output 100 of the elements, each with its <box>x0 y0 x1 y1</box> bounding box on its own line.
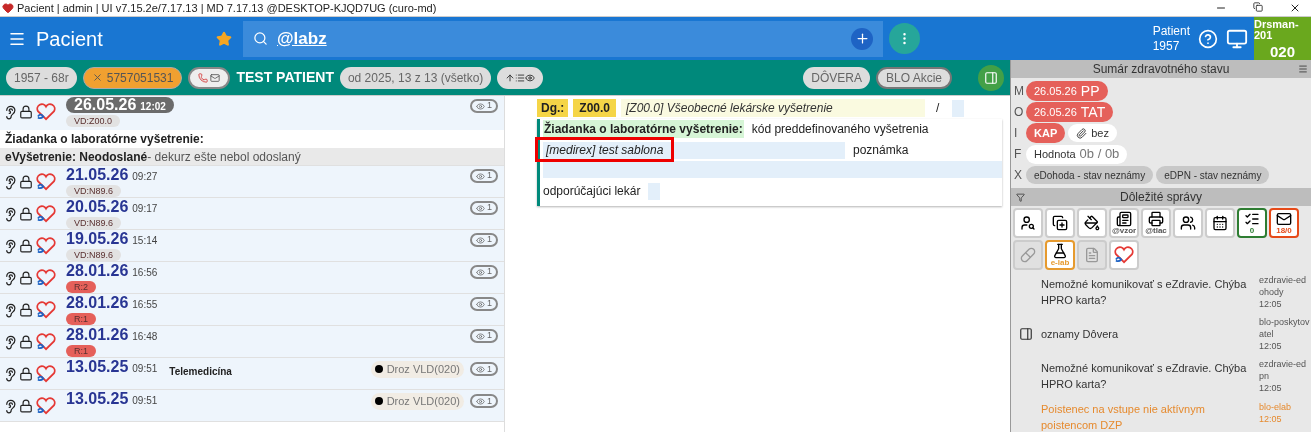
people-icon <box>1180 215 1196 231</box>
arrow-up-icon <box>505 72 516 83</box>
diagnosis-field[interactable]: [Z00.0] Všeobecné lekárske vyšetrenie <box>621 99 925 117</box>
mail-tool[interactable]: 18/0 <box>1269 208 1299 238</box>
star-icon[interactable] <box>216 30 232 47</box>
pills-icon <box>1020 247 1036 263</box>
message-source: ezdravie-edohody <box>1259 274 1308 298</box>
mail-icon <box>1276 211 1292 227</box>
visit-row[interactable]: 21.05.26 09:27 VD:N89.6 1 <box>0 166 504 197</box>
views-badge[interactable]: 1 <box>470 99 498 113</box>
app-icon <box>2 2 14 14</box>
insurance-chip[interactable]: 5757051531 <box>82 66 183 89</box>
close-icon <box>91 72 103 83</box>
views-badge[interactable]: 1 <box>470 297 498 311</box>
monitor-icon[interactable] <box>1226 27 1248 50</box>
age-chip[interactable]: 1957 - 68r <box>6 66 77 89</box>
visit-date: 13.05.25 <box>66 359 129 375</box>
messages-title: Dôležité správy <box>1120 189 1202 206</box>
visit-row[interactable]: 19.05.26 15:14 VD:N89.6 1 <box>0 230 504 261</box>
template-tool[interactable]: @vzor <box>1109 208 1139 238</box>
copy-add-tool[interactable] <box>1045 208 1075 238</box>
referrer-field[interactable] <box>648 182 661 200</box>
views-badge[interactable]: 1 <box>470 169 498 183</box>
visit-time: 09:17 <box>132 204 158 214</box>
people-tool[interactable] <box>1173 208 1203 238</box>
visit-row[interactable]: 28.01.26 16:56 R:2 1 <box>0 262 504 293</box>
add-button[interactable] <box>851 27 873 50</box>
panel-button[interactable] <box>978 64 1004 91</box>
views-badge[interactable]: 1 <box>470 265 498 279</box>
visit-date: 13.05.25 <box>66 391 129 407</box>
ear-icon <box>3 366 18 382</box>
help-icon[interactable] <box>1198 28 1218 49</box>
visit-date: 28.01.26 <box>66 263 129 279</box>
document-icon <box>1084 247 1100 263</box>
diagnosis-extra-field[interactable] <box>952 99 965 117</box>
tool-label: @vzor <box>1111 227 1137 235</box>
row-letter: I <box>1014 125 1019 142</box>
contact-button[interactable] <box>188 66 231 89</box>
lock-icon <box>19 303 33 317</box>
visit-date: 28.01.26 <box>66 327 129 343</box>
eye-icon <box>476 235 485 245</box>
printer-tool[interactable]: @tlac <box>1141 208 1171 238</box>
status-chip[interactable]: eDohoda - stav neznámy <box>1026 166 1154 184</box>
ear-icon <box>3 238 18 254</box>
panel-icon <box>984 70 998 85</box>
bucket-tool[interactable] <box>1077 208 1107 238</box>
visit-time: 09:51 <box>132 396 158 406</box>
visit-row[interactable]: 28.01.26 16:55 R:1 1 <box>0 294 504 325</box>
more-button[interactable] <box>889 23 920 54</box>
views-badge[interactable]: 1 <box>470 233 498 247</box>
alert-chip[interactable]: KAP <box>1026 123 1066 143</box>
lock-icon <box>19 335 33 349</box>
referrer-label: odporúčajúci lekár <box>543 183 641 200</box>
visit-row[interactable]: 28.01.26 16:48 R:1 1 <box>0 326 504 357</box>
visit-row[interactable]: 13.05.25 09:51 Droz VLD(020) 1 <box>0 390 504 421</box>
message-text[interactable]: oznamy Dôvera <box>1041 326 1259 342</box>
restore-icon[interactable] <box>1253 2 1263 12</box>
attachment-chip[interactable]: bez <box>1068 124 1117 142</box>
template-field[interactable]: [medirex] test sablona <box>543 141 845 159</box>
message-text[interactable]: Nemožné komunikovať s eZdravie. Chýba HPRO karta? <box>1041 276 1259 308</box>
tool-label: 18/0 <box>1276 227 1292 235</box>
user-badge[interactable]: Drsman-201 020 <box>1254 17 1311 60</box>
visit-time: 15:14 <box>132 236 158 246</box>
visit-row[interactable]: 20.05.26 09:17 VD:N89.6 1 <box>0 198 504 229</box>
views-badge[interactable]: 1 <box>470 362 498 377</box>
alert-chip[interactable]: 26.05.26 TAT <box>1026 102 1114 122</box>
person-search-tool[interactable] <box>1013 208 1043 238</box>
views-badge[interactable]: 1 <box>470 329 498 343</box>
actions-button[interactable]: BLO Akcie <box>875 66 952 89</box>
phone-icon <box>198 72 209 83</box>
checklist-tool[interactable]: 0 <box>1237 208 1267 238</box>
note-field[interactable] <box>543 161 1002 178</box>
visit-time: 16:56 <box>132 268 158 278</box>
insurer-button[interactable]: DÔVERA <box>803 66 870 89</box>
patient-year: 1957 <box>1152 38 1181 54</box>
views-badge[interactable]: 1 <box>470 201 498 215</box>
heart-tool[interactable] <box>1109 240 1139 270</box>
filter-icon[interactable] <box>1016 192 1025 202</box>
filter-chip[interactable]: od 2025, 13 z 13 (všetko) <box>339 66 492 89</box>
value-chip[interactable]: Hodnota 0b / 0b <box>1026 144 1128 164</box>
message-time: 12:05 <box>1259 298 1283 310</box>
visit-time: 09:27 <box>132 172 158 182</box>
visit-type: Telemedicína <box>169 365 232 379</box>
views-badge[interactable]: 1 <box>470 394 498 409</box>
search-field[interactable]: @labz <box>243 20 883 57</box>
menu-icon[interactable] <box>1298 64 1308 74</box>
diagnosis-code: Z00.0 <box>573 99 616 117</box>
visit-row[interactable]: 13.05.25 09:51 Telemedicína Droz VLD(020) 1 <box>0 358 504 389</box>
visit-row[interactable]: 26.05.26 12:02 VD:Z00.0 1 <box>0 96 504 130</box>
alert-chip[interactable]: 26.05.26 PP <box>1026 81 1108 101</box>
calendar-tool[interactable] <box>1205 208 1235 238</box>
lock-icon <box>19 367 33 381</box>
sort-button[interactable] <box>497 66 544 89</box>
message-text[interactable]: Nemožné komunikovať s eZdravie. Chýba HPRO karta? <box>1041 360 1259 392</box>
heart-icon <box>1112 246 1136 264</box>
message-source: blo-poskytovatel <box>1259 316 1311 340</box>
status-chip[interactable]: eDPN - stav neznámy <box>1156 166 1270 184</box>
visit-time: 09:51 <box>132 364 158 374</box>
close-icon[interactable] <box>1289 2 1301 14</box>
patient-name: TEST PATIENT <box>236 68 334 87</box>
